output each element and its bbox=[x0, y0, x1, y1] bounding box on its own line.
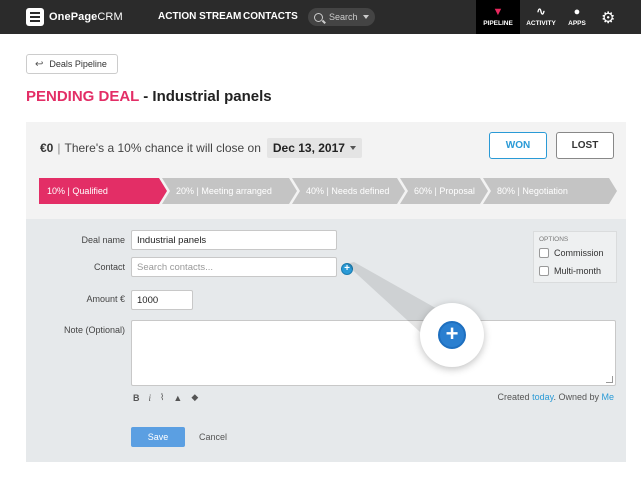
zoom-callout: + bbox=[420, 303, 484, 367]
add-contact-zoomed-icon: + bbox=[438, 321, 466, 349]
zoom-callout-beam bbox=[346, 262, 448, 343]
